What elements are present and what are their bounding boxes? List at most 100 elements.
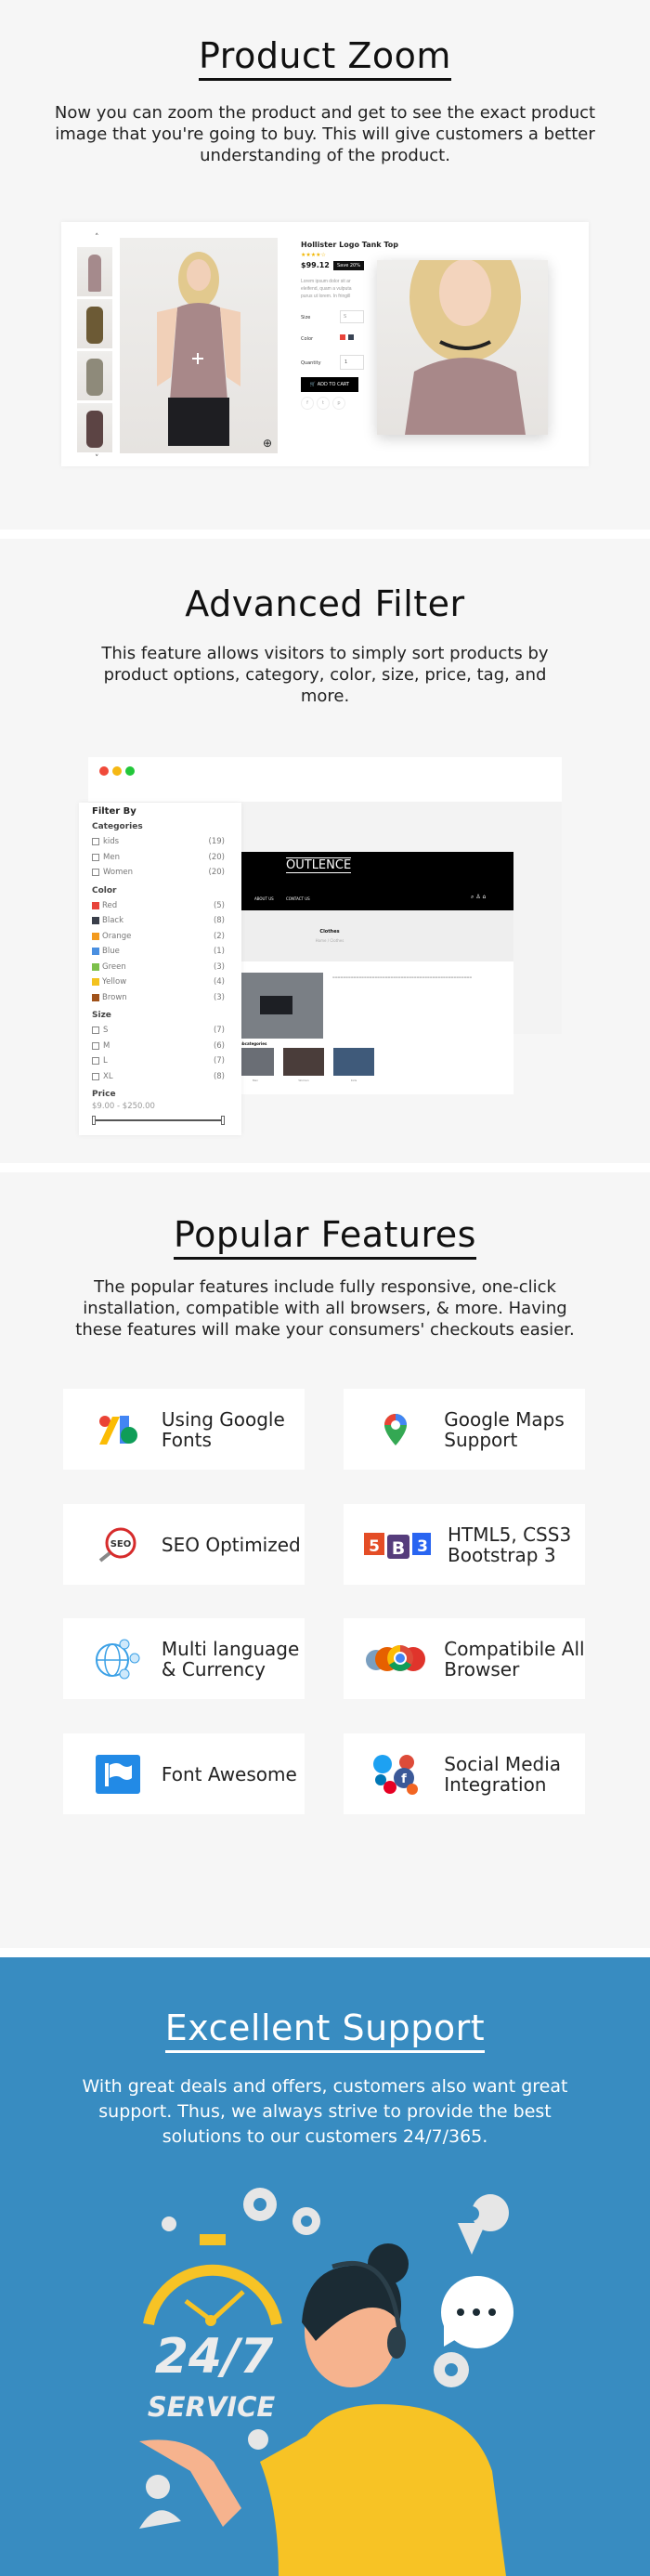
color-swatch[interactable]	[92, 917, 99, 925]
facebook-icon[interactable]: f	[301, 397, 314, 410]
social-share: f t p	[301, 397, 345, 410]
zoomed-image-lens	[377, 260, 548, 435]
browsers-icon	[364, 1639, 427, 1680]
checkbox[interactable]	[92, 1057, 99, 1066]
zoom-in-icon[interactable]: ⊕	[263, 437, 272, 450]
filter-option[interactable]: Blue (1)	[92, 944, 225, 960]
minimize-dot[interactable]	[112, 766, 122, 776]
filter-option[interactable]: XL (8)	[92, 1069, 225, 1085]
subcategory-men[interactable]	[237, 1048, 274, 1076]
option-label: Red	[102, 900, 118, 910]
option-label: Black	[102, 916, 124, 926]
color-swatch[interactable]	[92, 993, 99, 1001]
section-title: Advanced Filter	[185, 583, 465, 624]
slider-handle-max[interactable]	[221, 1116, 225, 1125]
subcategories: Subcategories Men Women Kids	[237, 1039, 514, 1094]
product-description: Lorem ipsum dolor sit ar eleifend, quam a…	[301, 279, 352, 299]
size-select[interactable]: S	[340, 310, 364, 323]
color-swatch-red[interactable]	[340, 334, 345, 340]
filter-option[interactable]: Brown (3)	[92, 990, 225, 1006]
service-badge-number: 24/7	[154, 2329, 274, 2385]
quantity-input[interactable]: 1	[340, 355, 364, 370]
filter-option[interactable]: Men (20)	[92, 850, 225, 866]
color-swatch-dark[interactable]	[348, 334, 354, 340]
option-count: (3)	[213, 961, 225, 972]
color-label: Color	[92, 885, 117, 896]
option-label: Green	[102, 961, 126, 972]
twitter-icon[interactable]: t	[317, 397, 330, 410]
checkbox[interactable]	[92, 838, 99, 846]
nav-about[interactable]: ABOUT US	[254, 896, 274, 901]
page-banner: Clothes Home / Clothes	[237, 910, 514, 961]
store-header: OUTLENCE ABOUT US CONTACT US ⌕ ♙ ⌂	[237, 852, 514, 910]
filter-option[interactable]: Red (5)	[92, 898, 225, 914]
color-swatch[interactable]	[92, 901, 99, 909]
subcategory-women[interactable]	[283, 1048, 324, 1076]
thumbnail[interactable]	[77, 351, 112, 400]
thumbnail[interactable]	[77, 403, 112, 452]
section-description: Now you can zoom the product and get to …	[54, 103, 596, 165]
price-range: $9.00 - $250.00	[92, 1102, 155, 1111]
checkbox[interactable]	[92, 1072, 99, 1080]
option-count: (1)	[213, 947, 225, 957]
subcategory-kids[interactable]	[333, 1048, 374, 1076]
filter-option[interactable]: Women (20)	[92, 865, 225, 881]
option-count: (7)	[213, 1026, 225, 1036]
feature-card: Compatibile All Browser	[344, 1618, 585, 1699]
main-product-image[interactable]: ⊕	[120, 238, 278, 453]
nav-contact[interactable]: CONTACT US	[286, 896, 310, 901]
header-icons[interactable]: ⌕ ♙ ⌂	[471, 894, 486, 901]
filter-option[interactable]: Orange (2)	[92, 929, 225, 945]
checkbox[interactable]	[92, 869, 99, 877]
thumbnail[interactable]	[77, 299, 112, 348]
filter-option[interactable]: Green (3)	[92, 960, 225, 975]
option-label: XL	[103, 1071, 113, 1081]
service-badge-text: SERVICE	[147, 2391, 276, 2423]
add-to-cart-button[interactable]: 🛒 ADD TO CART	[301, 377, 358, 392]
feature-card: f Social Media Integration	[344, 1733, 585, 1814]
option-count: (20)	[208, 868, 225, 878]
feature-label: Font Awesome	[161, 1762, 297, 1785]
subcategory-label: Men	[252, 1079, 259, 1082]
option-count: (7)	[213, 1056, 225, 1066]
close-dot[interactable]	[99, 766, 109, 776]
breadcrumb: Home / Clothes	[315, 938, 344, 943]
checkbox[interactable]	[92, 1026, 99, 1035]
filter-option[interactable]: Black (8)	[92, 913, 225, 929]
thumbnail[interactable]	[77, 247, 112, 296]
svg-text:5: 5	[369, 1537, 380, 1556]
color-swatch[interactable]	[92, 978, 99, 987]
option-label: Brown	[102, 992, 127, 1002]
seo-icon: SEO	[93, 1524, 143, 1565]
size-label: Size	[301, 315, 311, 320]
color-swatch[interactable]	[92, 932, 99, 940]
filter-option[interactable]: Yellow (4)	[92, 974, 225, 990]
subcategory-label: Kids	[350, 1079, 358, 1082]
popular-features-section: Popular Features The popular features in…	[0, 1172, 650, 1948]
option-count: (5)	[213, 900, 225, 910]
maximize-dot[interactable]	[125, 766, 135, 776]
price-slider[interactable]	[92, 1115, 225, 1126]
thumb-down-arrow-icon[interactable]: ˅	[95, 454, 99, 464]
filter-option[interactable]: L (7)	[92, 1053, 225, 1069]
option-count: (20)	[208, 852, 225, 862]
filter-option[interactable]: S (7)	[92, 1023, 225, 1039]
filter-option[interactable]: M (6)	[92, 1039, 225, 1054]
thumb-up-arrow-icon[interactable]: ˄	[95, 233, 99, 242]
feature-card: 5 B 3 HTML5, CSS3 Bootstrap 3	[344, 1504, 585, 1585]
pinterest-icon[interactable]: p	[332, 397, 345, 410]
color-swatch[interactable]	[92, 962, 99, 971]
section-title: Product Zoom	[0, 35, 650, 81]
feature-label: HTML5, CSS3 Bootstrap 3	[448, 1523, 572, 1566]
option-label: Yellow	[102, 977, 127, 987]
rating-stars: ★★★★☆	[301, 252, 326, 258]
slider-handle-min[interactable]	[92, 1116, 96, 1125]
feature-label: SEO Optimized	[161, 1533, 301, 1556]
checkbox[interactable]	[92, 853, 99, 861]
feature-card: Font Awesome	[63, 1733, 305, 1814]
checkbox[interactable]	[92, 1041, 99, 1050]
filter-option[interactable]: kids (19)	[92, 834, 225, 850]
filter-panel: Filter By Categories kids (19) Men (20) Wome…	[79, 803, 241, 1135]
color-swatch[interactable]	[92, 948, 99, 956]
option-count: (4)	[213, 977, 225, 987]
